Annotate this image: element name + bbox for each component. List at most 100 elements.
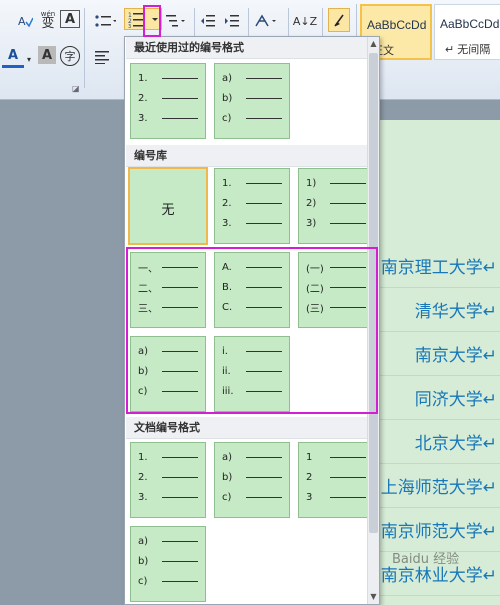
tile-label: 3.	[138, 491, 148, 503]
tile-label: 2.	[138, 92, 148, 104]
scroll-up-icon[interactable]: ▲	[368, 37, 379, 51]
tile-label: 2.	[138, 471, 148, 483]
tile-label: 2	[306, 471, 313, 483]
spelling-icon[interactable]: A	[14, 10, 36, 32]
style-no-spacing[interactable]: AaBbCcDd ↵ 无间隔	[434, 4, 500, 60]
paragraph-dialog-launcher-icon[interactable]: ◪	[72, 84, 80, 93]
tile-label: 3.	[138, 112, 148, 124]
numbering-dropdown: 最近使用过的编号格式 1. 2. 3. a) b) c) 编号库 无 1. 2.…	[124, 36, 380, 605]
style-gallery: AaBbCcDd 正文 AaBbCcDd ↵ 无间隔	[360, 4, 500, 62]
separator	[84, 8, 85, 88]
numbering-tile[interactable]: 1 2 3	[298, 442, 374, 518]
bullets-button[interactable]	[90, 10, 120, 32]
font-color-dropdown-icon[interactable]: ▾	[24, 48, 34, 70]
tile-label: b)	[222, 471, 233, 483]
tile-label: 1.	[138, 72, 148, 84]
numbering-tile[interactable]: 1) 2) 3)	[298, 168, 374, 244]
document-line[interactable]: 北京大学↵	[365, 420, 500, 464]
document-line[interactable]: 清华大学↵	[365, 288, 500, 332]
sort-button[interactable]: A↓Z	[293, 10, 317, 32]
document-formats-header: 文档编号格式	[126, 417, 378, 439]
scroll-thumb[interactable]	[369, 53, 378, 533]
numbering-tile[interactable]: 1. 2. 3.	[214, 168, 290, 244]
tile-label: 3	[306, 491, 313, 503]
tile-label: B.	[222, 281, 233, 293]
numbering-tile[interactable]: 1. 2. 3.	[130, 63, 206, 139]
numbering-tile[interactable]: a) b) c)	[214, 63, 290, 139]
tile-row: c)	[222, 112, 282, 124]
bullets-icon	[95, 15, 116, 27]
tile-label: 2.	[222, 197, 232, 209]
numbering-tile[interactable]: 一、 二、 三、	[130, 252, 206, 328]
dropdown-scrollbar[interactable]: ▲ ▼	[367, 37, 379, 604]
align-left-icon[interactable]	[92, 46, 112, 68]
document-line-text: 南京师范大学↵	[380, 522, 497, 542]
tile-label: 1.	[138, 451, 148, 463]
tile-label: 二、	[138, 283, 158, 295]
font-color-button[interactable]: A	[2, 46, 24, 68]
separator	[194, 8, 195, 38]
numbering-tile[interactable]: i. ii. iii.	[214, 336, 290, 412]
style-caption: ↵ 无间隔	[445, 44, 491, 56]
multilevel-list-button[interactable]	[164, 10, 188, 32]
tile-label: a)	[222, 72, 233, 84]
tile-label: a)	[138, 535, 149, 547]
document-line-text: 清华大学↵	[414, 302, 497, 322]
numbering-tile[interactable]: 1. 2. 3.	[130, 442, 206, 518]
document-line[interactable]: 南京师范大学↵	[365, 508, 500, 552]
none-label: 无	[161, 203, 175, 218]
document-line[interactable]: 上海师范大学↵	[365, 464, 500, 508]
increase-indent-icon[interactable]	[222, 10, 242, 32]
separator	[288, 8, 289, 38]
chinese-layout-button[interactable]	[252, 10, 282, 32]
style-sample: AaBbCcDd	[367, 18, 427, 32]
tile-row: 3.	[138, 112, 198, 124]
watermark: Baidu 经验	[392, 552, 460, 567]
document-line[interactable]: 南京理工大学↵	[365, 244, 500, 288]
tile-label: c)	[222, 112, 232, 124]
tile-label: a)	[138, 345, 149, 357]
tile-label: 3.	[222, 217, 232, 229]
tile-label: 一、	[138, 263, 158, 275]
numbering-tile[interactable]: a) b) c)	[214, 442, 290, 518]
document-line[interactable]: 南京大学↵	[365, 332, 500, 376]
tile-label: 3)	[306, 217, 317, 229]
tile-label: 1.	[222, 177, 232, 189]
numbering-none-tile[interactable]: 无	[128, 167, 208, 245]
document-page[interactable]: 南京理工大学↵ 清华大学↵ 南京大学↵ 同济大学↵ 北京大学↵ 上海师范大学↵ …	[365, 120, 500, 605]
show-paragraph-marks-button[interactable]	[328, 8, 350, 32]
tile-row: a)	[222, 72, 282, 84]
style-sample: AaBbCcDd	[440, 17, 500, 31]
decrease-indent-icon[interactable]	[198, 10, 218, 32]
numbering-tile[interactable]: (一) (二) (三)	[298, 252, 374, 328]
tile-label: a)	[222, 451, 233, 463]
scroll-down-icon[interactable]: ▼	[368, 590, 379, 604]
character-shading-button[interactable]: A	[38, 46, 56, 64]
character-border-button[interactable]: A	[60, 10, 80, 28]
numbering-tile[interactable]: A. B. C.	[214, 252, 290, 328]
phonetic-guide-button[interactable]: wén 变	[36, 8, 60, 30]
tile-label: ii.	[222, 365, 231, 377]
document-line-text: 南京理工大学↵	[380, 258, 497, 278]
tile-label: 三、	[138, 303, 158, 315]
tile-row: 2.	[138, 92, 198, 104]
document-line[interactable]: 同济大学↵	[365, 376, 500, 420]
tile-row: b)	[222, 92, 282, 104]
svg-text:3: 3	[128, 24, 131, 28]
separator	[322, 8, 323, 38]
tile-label: 1)	[306, 177, 317, 189]
numbering-tile[interactable]: a) b) c)	[130, 336, 206, 412]
tile-label: (三)	[306, 303, 324, 315]
paragraph-mark-icon	[334, 14, 344, 27]
tile-label: (一)	[306, 263, 324, 275]
document-line-text: 南京大学↵	[414, 346, 497, 366]
numbering-tile[interactable]: a) b) c)	[130, 526, 206, 602]
phonetic-char: 变	[41, 16, 55, 31]
enclose-characters-button[interactable]: 字	[60, 46, 80, 66]
svg-text:A: A	[18, 15, 26, 28]
tile-row: 1.	[138, 72, 198, 84]
numbering-button[interactable]: 123	[124, 8, 162, 30]
tile-label: A.	[222, 261, 232, 273]
multilevel-list-icon	[166, 15, 185, 27]
tile-label: 1	[306, 451, 313, 463]
